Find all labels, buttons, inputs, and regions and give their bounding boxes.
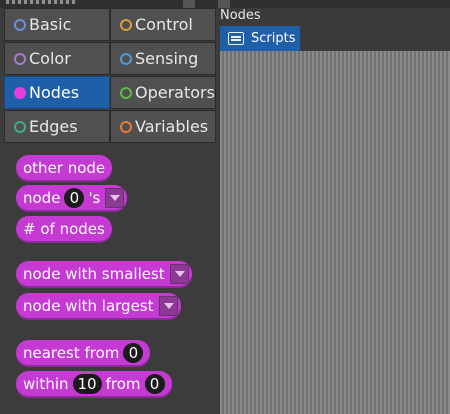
toolbar-divider: [218, 0, 230, 8]
category-edges[interactable]: Edges: [4, 110, 110, 143]
block-label: other node: [23, 158, 106, 177]
category-label: Sensing: [135, 49, 199, 68]
category-label: Control: [135, 15, 193, 34]
sprite-panel: Nodes Scripts: [218, 0, 450, 414]
largest-attribute-dropdown[interactable]: [158, 295, 178, 316]
scripts-icon: [228, 32, 244, 45]
category-label: Nodes: [29, 83, 80, 102]
tab-label: Scripts: [251, 31, 296, 46]
node-index-slot[interactable]: 0: [64, 187, 85, 208]
category-label: Operators: [135, 83, 215, 102]
nearest-from-slot[interactable]: 0: [123, 342, 144, 363]
category-nodes[interactable]: Nodes: [4, 76, 110, 109]
block-node-of[interactable]: node 0 's: [16, 185, 128, 210]
sensing-ring-icon: [120, 53, 132, 65]
block-node-with-largest[interactable]: node with largest: [16, 293, 181, 318]
category-label: Variables: [135, 117, 209, 136]
block-node-with-smallest[interactable]: node with smallest: [16, 261, 192, 286]
toolbar-icons: [6, 0, 76, 4]
category-color[interactable]: Color: [4, 42, 110, 75]
control-ring-icon: [120, 19, 132, 31]
sprite-name: Nodes: [220, 8, 261, 23]
category-control[interactable]: Control: [110, 8, 216, 41]
block-label: node with largest: [23, 296, 154, 315]
top-toolbar-strip: [218, 0, 450, 8]
block-label: # of nodes: [23, 219, 105, 238]
within-distance-slot[interactable]: 10: [72, 373, 102, 394]
smallest-attribute-dropdown[interactable]: [169, 263, 189, 284]
palette-panel: Basic Control Color Sensing Nodes Operat…: [0, 0, 218, 414]
category-label: Basic: [29, 15, 72, 34]
tab-scripts[interactable]: Scripts: [220, 26, 300, 51]
block-label: within: [23, 374, 69, 393]
category-basic[interactable]: Basic: [4, 8, 110, 41]
block-palette: other node node 0 's # of nodes node wit…: [0, 144, 218, 414]
category-operators[interactable]: Operators: [110, 76, 216, 109]
attribute-dropdown[interactable]: [105, 187, 125, 208]
scripts-area[interactable]: [220, 51, 450, 414]
block-label: node: [23, 188, 61, 207]
category-label: Color: [29, 49, 71, 68]
block-nearest-from[interactable]: nearest from 0: [16, 340, 151, 365]
category-label: Edges: [29, 117, 78, 136]
color-ring-icon: [14, 53, 26, 65]
block-num-nodes[interactable]: # of nodes: [16, 216, 112, 241]
top-toolbar-strip: [0, 0, 218, 8]
block-label: 's: [88, 188, 101, 207]
category-sensing[interactable]: Sensing: [110, 42, 216, 75]
nodes-dot-icon: [14, 87, 26, 99]
within-from-slot[interactable]: 0: [144, 373, 165, 394]
variables-ring-icon: [120, 121, 132, 133]
edges-ring-icon: [14, 121, 26, 133]
block-label: from: [105, 374, 141, 393]
basic-ring-icon: [14, 19, 26, 31]
block-within-from[interactable]: within 10 from 0: [16, 371, 172, 396]
block-label: node with smallest: [23, 264, 165, 283]
block-other-node[interactable]: other node: [16, 155, 113, 180]
block-label: nearest from: [23, 343, 120, 362]
toolbar-divider: [183, 0, 195, 8]
operators-ring-icon: [120, 87, 132, 99]
category-variables[interactable]: Variables: [110, 110, 216, 143]
